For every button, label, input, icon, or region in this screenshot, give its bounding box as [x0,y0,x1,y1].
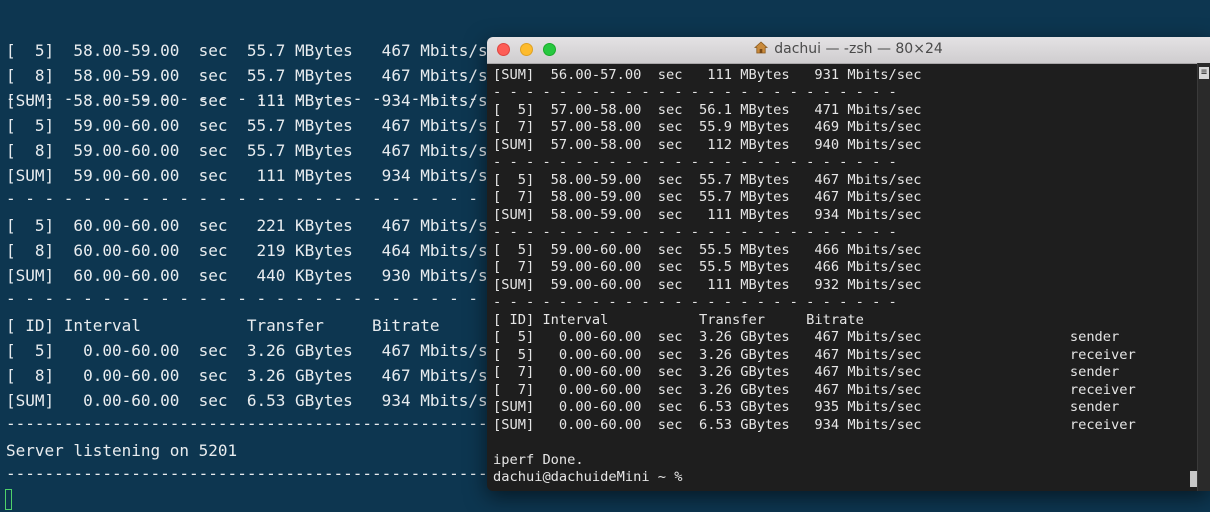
term-line: [ ID] Interval Transfer Bitrate [493,312,864,328]
bg-line: - - - - - - - - - - - - - - - - - - - - … [6,289,479,308]
bg-line: [ 8] 58.00-59.00 sec 55.7 MBytes 467 Mbi… [6,66,507,85]
bg-line: [ 5] 59.00-60.00 sec 55.7 MBytes 467 Mbi… [6,116,507,135]
term-line: [ 7] 0.00-60.00 sec 3.26 GBytes 467 Mbit… [493,364,1120,380]
term-line: [ 5] 58.00-59.00 sec 55.7 MBytes 467 Mbi… [493,172,922,188]
term-line: [ 5] 59.00-60.00 sec 55.5 MBytes 466 Mbi… [493,242,922,258]
prompt-line[interactable]: dachui@dachuideMini ~ % [493,469,691,486]
scroll-thumb-icon[interactable]: ≡ [1199,67,1209,79]
term-line: - - - - - - - - - - - - - - - - - - - - … [493,294,897,310]
term-line: [SUM] 57.00-58.00 sec 112 MBytes 940 Mbi… [493,137,922,153]
term-line: iperf Done. [493,452,584,468]
bg-line: Server listening on 5201 [6,441,238,460]
term-line: [SUM] 58.00-59.00 sec 111 MBytes 934 Mbi… [493,207,922,223]
bg-line: [ 5] 60.00-60.00 sec 221 KBytes 467 Mbit… [6,216,507,235]
term-line: - - - - - - - - - - - - - - - - - - - - … [493,154,897,170]
bg-cursor [5,489,12,510]
bg-line: - - - - - - - - - - - - - - - - - - - - … [6,89,479,108]
term-line: [SUM] 0.00-60.00 sec 6.53 GBytes 935 Mbi… [493,399,1120,415]
window-title-group: dachui — -zsh — 80×24 [487,41,1210,57]
term-line: [SUM] 0.00-60.00 sec 6.53 GBytes 934 Mbi… [493,417,1136,433]
scrollbar[interactable]: ≡ [1197,63,1210,491]
term-line: [SUM] 56.00-57.00 sec 111 MBytes 931 Mbi… [493,67,922,83]
home-folder-icon [754,41,769,54]
terminal-window[interactable]: dachui — -zsh — 80×24 [SUM] 56.00-57.00 … [487,37,1210,491]
bg-line: [ 8] 59.00-60.00 sec 55.7 MBytes 467 Mbi… [6,141,507,160]
term-line: [ 5] 0.00-60.00 sec 3.26 GBytes 467 Mbit… [493,329,1120,345]
term-line: [ 7] 59.00-60.00 sec 55.5 MBytes 466 Mbi… [493,259,922,275]
bg-line: [SUM] 59.00-60.00 sec 111 MBytes 934 Mbi… [6,166,507,185]
window-title: dachui — -zsh — 80×24 [774,41,943,57]
term-line: [SUM] 59.00-60.00 sec 111 MBytes 932 Mbi… [493,277,922,293]
bg-line: [SUM] 0.00-60.00 sec 6.53 GBytes 934 Mbi… [6,391,507,410]
terminal-content[interactable]: [SUM] 56.00-57.00 sec 111 MBytes 931 Mbi… [487,63,1198,491]
bg-line: [ 8] 60.00-60.00 sec 219 KBytes 464 Mbit… [6,241,507,260]
term-line: - - - - - - - - - - - - - - - - - - - - … [493,84,897,100]
term-line: [ 7] 0.00-60.00 sec 3.26 GBytes 467 Mbit… [493,382,1136,398]
bg-line: - - - - - - - - - - - - - - - - - - - - … [6,0,478,8]
term-line: - - - - - - - - - - - - - - - - - - - - … [493,224,897,240]
title-bar[interactable]: dachui — -zsh — 80×24 [487,37,1210,64]
term-line: [ 5] 0.00-60.00 sec 3.26 GBytes 467 Mbit… [493,347,1136,363]
term-line: [ 5] 57.00-58.00 sec 56.1 MBytes 471 Mbi… [493,102,922,118]
bg-line: [ 5] 58.00-59.00 sec 55.7 MBytes 467 Mbi… [6,41,507,60]
term-line: [ 7] 57.00-58.00 sec 55.9 MBytes 469 Mbi… [493,119,922,135]
bg-line: [ 8] 0.00-60.00 sec 3.26 GBytes 467 Mbit… [6,366,507,385]
bg-line: [ 5] 0.00-60.00 sec 3.26 GBytes 467 Mbit… [6,341,507,360]
bg-line: [ ID] Interval Transfer Bitrate [6,316,440,335]
bg-line: [SUM] 60.00-60.00 sec 440 KBytes 930 Mbi… [6,266,507,285]
term-line: [ 7] 58.00-59.00 sec 55.7 MBytes 467 Mbi… [493,189,922,205]
bg-line: - - - - - - - - - - - - - - - - - - - - … [6,189,479,208]
